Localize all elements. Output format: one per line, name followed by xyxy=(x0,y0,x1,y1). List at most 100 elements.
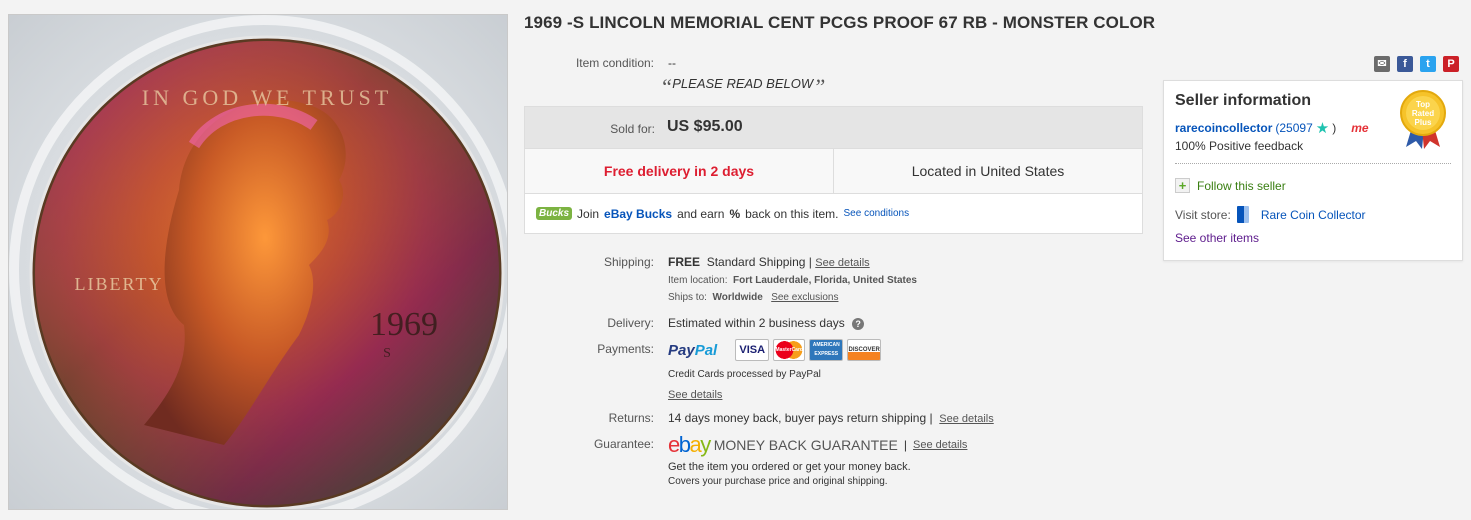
delivery-location-row: Free delivery in 2 days Located in Unite… xyxy=(525,149,1142,194)
share-bar: ✉ f t P xyxy=(1374,56,1459,72)
ebay-y: y xyxy=(700,432,711,457)
email-icon[interactable]: ✉ xyxy=(1374,56,1390,72)
guarantee-see-details-link[interactable]: See details xyxy=(913,439,967,451)
seller-heading: Seller information xyxy=(1175,92,1312,109)
store-link[interactable]: Rare Coin Collector xyxy=(1261,208,1366,222)
returns-sep: | xyxy=(929,411,933,425)
see-exclusions-link[interactable]: See exclusions xyxy=(771,292,838,303)
plus-icon: + xyxy=(1175,178,1190,193)
me-badge-icon[interactable]: me xyxy=(1351,121,1368,135)
paypal-pay: Pay xyxy=(668,341,695,359)
guarantee-line1: Get the item you ordered or get your mon… xyxy=(668,461,911,473)
ebay-bucks-link[interactable]: eBay Bucks xyxy=(604,207,672,221)
paypal-note: Credit Cards processed by PayPal xyxy=(668,369,821,380)
sold-box: Sold for: US $95.00 Free delivery in 2 d… xyxy=(524,106,1143,234)
money-back-guarantee: MONEY BACK GUARANTEE xyxy=(713,437,898,453)
close-quote: ” xyxy=(813,74,826,99)
star-icon: ★ xyxy=(1315,120,1330,137)
mastercard-icon: MasterCard xyxy=(773,339,806,361)
bucks-percent: % xyxy=(729,206,741,221)
seller-name-link[interactable]: rarecoincollector xyxy=(1175,121,1272,135)
guarantee-value: ebay MONEY BACK GUARANTEE | See details xyxy=(668,432,967,458)
visit-store-label: Visit store: xyxy=(1175,207,1231,222)
returns-see-details-link[interactable]: See details xyxy=(939,413,993,425)
shipping-see-details-link[interactable]: See details xyxy=(815,257,869,269)
shipping-method: Standard Shipping xyxy=(706,255,806,269)
bucks-icon: Bucks xyxy=(536,207,573,220)
product-image[interactable]: IN GOD WE TRUST LIBERTY 1969 S xyxy=(8,14,508,510)
delivery-estimate: Estimated within 2 business days xyxy=(668,316,845,330)
paypal-logo: PayPal xyxy=(668,342,717,359)
twitter-icon[interactable]: t xyxy=(1420,56,1436,72)
positive-feedback: 100% Positive feedback xyxy=(1175,139,1304,153)
help-icon[interactable]: ? xyxy=(852,318,865,330)
ebay-e: e xyxy=(668,432,680,457)
badge-rated: Rated xyxy=(1412,109,1434,118)
visa-card-icon: VISA xyxy=(735,339,770,361)
payments-see-details-text[interactable]: See details xyxy=(668,389,722,401)
visit-store-row: Visit store: Rare Coin Collector xyxy=(1175,206,1366,223)
coin-year: 1969 xyxy=(370,306,438,343)
ships-to-label: Ships to: xyxy=(668,292,707,303)
badge-plus: Plus xyxy=(1415,118,1432,127)
seller-name-row: rarecoincollector (25097 ★ ) me xyxy=(1175,119,1369,137)
returns-label: Returns: xyxy=(608,411,654,425)
follow-seller-button[interactable]: + Follow this seller xyxy=(1175,178,1286,193)
returns-value: 14 days money back, buyer pays return sh… xyxy=(668,411,994,425)
free-delivery: Free delivery in 2 days xyxy=(525,149,834,193)
item-location-cell: Located in United States xyxy=(834,149,1142,193)
top-rated-plus-badge: Top Rated Plus xyxy=(1398,89,1448,149)
shipping-value: FREE Standard Shipping | See details xyxy=(668,255,870,269)
guarantee-label: Guarantee: xyxy=(593,437,654,451)
returns-policy: 14 days money back, buyer pays return sh… xyxy=(668,411,927,425)
item-location-row: Item location: Fort Lauderdale, Florida,… xyxy=(668,275,917,286)
sold-price: US $95.00 xyxy=(667,118,743,135)
delivery-label: Delivery: xyxy=(607,316,654,330)
discover-card-icon: DISCOVER xyxy=(847,339,882,361)
ships-to-row: Ships to: Worldwide See exclusions xyxy=(668,292,838,303)
coin-mint-mark: S xyxy=(383,346,391,361)
page-title: 1969 -S LINCOLN MEMORIAL CENT PCGS PROOF… xyxy=(524,13,1156,32)
condition-value: -- xyxy=(668,56,676,70)
bucks-earn: and earn xyxy=(677,206,725,221)
coin-liberty: LIBERTY xyxy=(75,274,164,294)
guarantee-line2: Covers your purchase price and original … xyxy=(668,476,888,487)
score-close: ) xyxy=(1332,121,1337,135)
condition-label: Item condition: xyxy=(575,56,654,70)
amex-card-icon: AMERICAN EXPRESS xyxy=(809,339,844,361)
bucks-join: Join xyxy=(577,206,600,221)
bucks-back-text: back on this item. xyxy=(745,206,839,221)
condition-note: “PLEASE READ BELOW” xyxy=(660,74,825,100)
location-text: Located in United States xyxy=(911,163,1065,179)
item-location-label: Item location: xyxy=(668,275,728,286)
follow-seller-text[interactable]: Follow this seller xyxy=(1197,179,1286,193)
feedback-score-link[interactable]: (25097 xyxy=(1275,121,1312,135)
shipping-label: Shipping: xyxy=(603,255,654,269)
condition-note-text: PLEASE READ BELOW xyxy=(672,76,814,91)
badge-top: Top xyxy=(1416,100,1430,109)
pinterest-icon[interactable]: P xyxy=(1443,56,1459,72)
sold-label: Sold for: xyxy=(610,122,655,136)
item-location-value: Fort Lauderdale, Florida, United States xyxy=(733,275,917,286)
ebay-a: a xyxy=(689,432,702,457)
facebook-icon[interactable]: f xyxy=(1397,56,1413,72)
ebay-bucks-row: Bucks Join eBay Bucks and earn % back on… xyxy=(525,194,1142,233)
payments-label: Payments: xyxy=(597,342,654,356)
guarantee-sep: | xyxy=(903,438,907,452)
shipping-sep: | xyxy=(808,255,812,269)
paypal-pal: Pal xyxy=(694,341,718,359)
free-delivery-text: Free delivery in 2 days xyxy=(603,163,755,179)
seller-info-box: Seller information rarecoincollector (25… xyxy=(1163,80,1463,261)
payment-methods: PayPal VISA MasterCard AMERICAN EXPRESS … xyxy=(668,339,882,361)
open-quote: “ xyxy=(660,74,673,99)
see-other-items-link[interactable]: See other items xyxy=(1175,231,1259,245)
see-conditions-link[interactable]: See conditions xyxy=(844,208,910,219)
ebay-b: b xyxy=(678,432,691,457)
sold-header: Sold for: US $95.00 xyxy=(525,107,1142,149)
payments-see-details-link[interactable]: See details xyxy=(668,387,722,401)
store-icon xyxy=(1236,206,1249,223)
delivery-value: Estimated within 2 business days ? xyxy=(668,316,865,330)
coin-motto: IN GOD WE TRUST xyxy=(142,85,392,110)
seller-divider xyxy=(1175,163,1451,164)
ships-to-value: Worldwide xyxy=(712,292,763,303)
